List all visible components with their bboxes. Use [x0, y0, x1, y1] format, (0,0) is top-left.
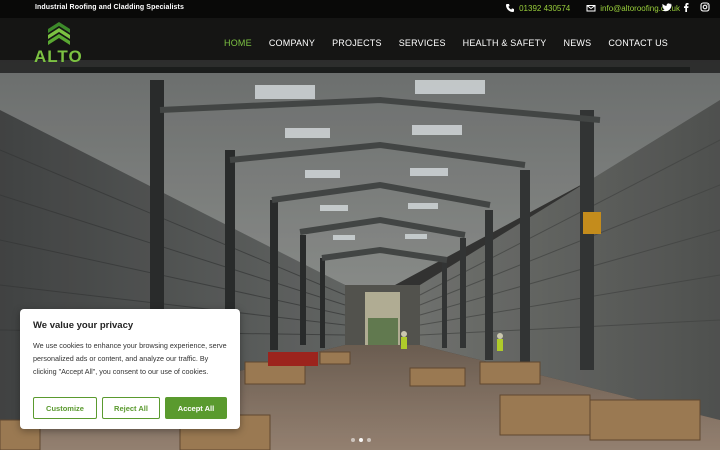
- facebook-icon[interactable]: [681, 2, 691, 12]
- nav-home[interactable]: HOME: [224, 38, 252, 48]
- cookie-buttons: Customize Reject All Accept All: [33, 397, 227, 419]
- logo-text[interactable]: ALTO: [34, 47, 83, 67]
- nav-news[interactable]: NEWS: [564, 38, 592, 48]
- main-header: ALTO HOME COMPANY PROJECTS SERVICES HEAL…: [0, 18, 720, 73]
- nav-company[interactable]: COMPANY: [269, 38, 315, 48]
- nav-contact-us[interactable]: CONTACT US: [608, 38, 668, 48]
- slider-dot[interactable]: [367, 438, 371, 442]
- instagram-icon[interactable]: [700, 2, 710, 12]
- main-nav: HOME COMPANY PROJECTS SERVICES HEALTH & …: [224, 38, 668, 48]
- phone-icon: [506, 4, 515, 12]
- mail-icon: [586, 5, 596, 12]
- nav-services[interactable]: SERVICES: [399, 38, 446, 48]
- cookie-consent-banner: We value your privacy We use cookies to …: [20, 309, 240, 429]
- phone-number[interactable]: 01392 430574: [519, 4, 570, 13]
- social-links: [662, 2, 710, 12]
- nav-health-safety[interactable]: HEALTH & SAFETY: [463, 38, 547, 48]
- tagline: Industrial Roofing and Cladding Speciali…: [35, 4, 184, 11]
- accept-all-button[interactable]: Accept All: [165, 397, 227, 419]
- cookie-body: We use cookies to enhance your browsing …: [33, 341, 227, 376]
- cookie-title: We value your privacy: [33, 320, 134, 331]
- slider-dots: [351, 438, 371, 442]
- slider-dot[interactable]: [351, 438, 355, 442]
- contact-info: 01392 430574 info@altoroofing.co.uk: [505, 3, 680, 13]
- top-bar: Industrial Roofing and Cladding Speciali…: [0, 0, 720, 18]
- twitter-icon[interactable]: [662, 2, 672, 12]
- nav-projects[interactable]: PROJECTS: [332, 38, 382, 48]
- reject-all-button[interactable]: Reject All: [102, 397, 160, 419]
- slider-dot-active[interactable]: [359, 438, 363, 442]
- customize-button[interactable]: Customize: [33, 397, 97, 419]
